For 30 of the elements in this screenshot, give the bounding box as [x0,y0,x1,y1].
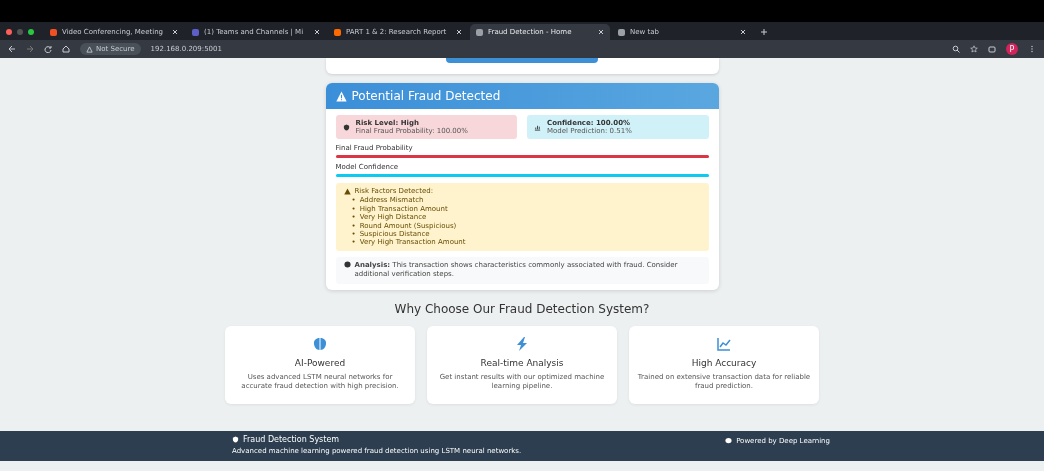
footer-title: Fraud Detection System [243,435,340,444]
line-chart-icon [716,335,732,352]
warning-icon [343,187,351,195]
feature-title: High Accuracy [691,357,757,368]
plus-icon[interactable] [760,28,768,36]
result-title: Potential Fraud Detected [351,89,501,103]
profile-avatar[interactable]: P [1006,43,1018,55]
bar-chart-icon [534,123,541,131]
close-icon[interactable] [740,29,746,35]
features-heading: Why Choose Our Fraud Detection System? [394,301,650,316]
warning-icon [86,45,93,53]
menu-icon[interactable] [1028,45,1036,53]
star-icon[interactable] [970,45,978,53]
feature-title: AI-Powered [294,357,346,368]
forward-icon[interactable] [26,45,34,53]
shield-icon [232,436,239,443]
close-icon[interactable] [598,29,604,35]
shield-icon [342,123,350,131]
close-icon[interactable] [456,29,462,35]
close-icon[interactable] [314,29,320,35]
warning-icon [335,90,347,102]
reload-icon[interactable] [44,45,52,53]
zoom-icon[interactable] [952,45,960,53]
extensions-icon[interactable] [988,45,996,53]
back-icon[interactable] [8,45,16,53]
info-icon [343,260,351,268]
lightning-icon [514,335,530,352]
close-icon[interactable] [172,29,178,35]
home-icon[interactable] [62,45,70,53]
feature-title: Real-time Analysis [480,357,564,368]
